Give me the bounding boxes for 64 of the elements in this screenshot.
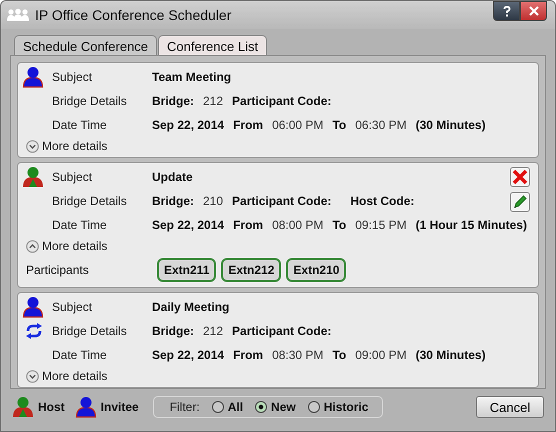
field-key: Host Code: [350, 194, 414, 208]
time-text: 06:00 PM [272, 118, 324, 132]
time-text: 09:00 PM [355, 348, 407, 362]
field-key: Bridge: [152, 194, 194, 208]
field-label: Bridge Details [52, 94, 128, 108]
more-details-toggle[interactable]: More details [26, 137, 108, 155]
field-key: Participant Code: [232, 324, 332, 338]
help-button[interactable] [493, 1, 520, 21]
legend-label: Invitee [100, 400, 139, 414]
close-button[interactable] [520, 1, 547, 21]
time-text: 06:30 PM [355, 118, 407, 132]
time-text: 08:30 PM [272, 348, 324, 362]
field-key: Participant Code: [232, 94, 332, 108]
window-title: IP Office Conference Scheduler [35, 7, 232, 23]
field-key: To [332, 118, 346, 132]
subject-text: Update [152, 170, 193, 184]
filter-radio[interactable]: All [212, 400, 244, 414]
field-key: Participant Code: [232, 194, 332, 208]
bridge-number: 212 [203, 324, 224, 338]
help-icon [502, 6, 510, 16]
field-label: Participants [26, 263, 90, 277]
field-label: Subject [52, 300, 94, 314]
field-label: Date Time [52, 118, 108, 132]
duration-text: (30 Minutes) [416, 348, 486, 362]
date-text: Sep 22, 2014 [152, 118, 224, 132]
participant-chip: Extn212 [221, 258, 282, 282]
field-label: Subject [52, 170, 94, 184]
legend-label: Host [38, 400, 65, 414]
tab[interactable]: Conference List [158, 35, 268, 55]
field-key: From [233, 218, 264, 232]
field-label: Date Time [52, 348, 108, 362]
filter-radio[interactable]: Historic [308, 400, 368, 414]
field-key: From [233, 348, 264, 362]
date-text: Sep 22, 2014 [152, 348, 224, 362]
field-key: To [332, 218, 346, 232]
time-text: 08:00 PM [272, 218, 324, 232]
field-label: Bridge Details [52, 194, 128, 208]
date-text: Sep 22, 2014 [152, 218, 224, 232]
participant-chip: Extn210 [286, 258, 346, 282]
tab[interactable]: Schedule Conference [14, 35, 158, 55]
field-label: Subject [52, 70, 94, 84]
duration-text: (30 Minutes) [416, 118, 486, 132]
filter-radio[interactable]: New [255, 400, 296, 414]
cancel-button[interactable]: Cancel [476, 396, 544, 418]
edit-button[interactable] [510, 192, 530, 212]
duration-text: (1 Hour 15 Minutes) [416, 218, 527, 232]
more-details-toggle[interactable]: More details [26, 367, 108, 385]
filter-label: Filter: [170, 400, 200, 414]
field-key: Bridge: [152, 94, 194, 108]
bridge-number: 210 [203, 194, 224, 208]
close-icon [528, 6, 538, 16]
field-key: From [233, 118, 264, 132]
time-text: 09:15 PM [355, 218, 407, 232]
delete-button[interactable] [510, 167, 530, 187]
subject-text: Team Meeting [152, 70, 232, 84]
people-icon [7, 8, 29, 22]
subject-text: Daily Meeting [152, 300, 230, 314]
participant-chip: Extn211 [157, 258, 216, 282]
more-details-toggle[interactable]: More details [26, 237, 108, 255]
bridge-number: 212 [203, 94, 224, 108]
field-label: Date Time [52, 218, 108, 232]
field-label: Bridge Details [52, 324, 128, 338]
field-key: To [332, 348, 346, 362]
field-key: Bridge: [152, 324, 194, 338]
